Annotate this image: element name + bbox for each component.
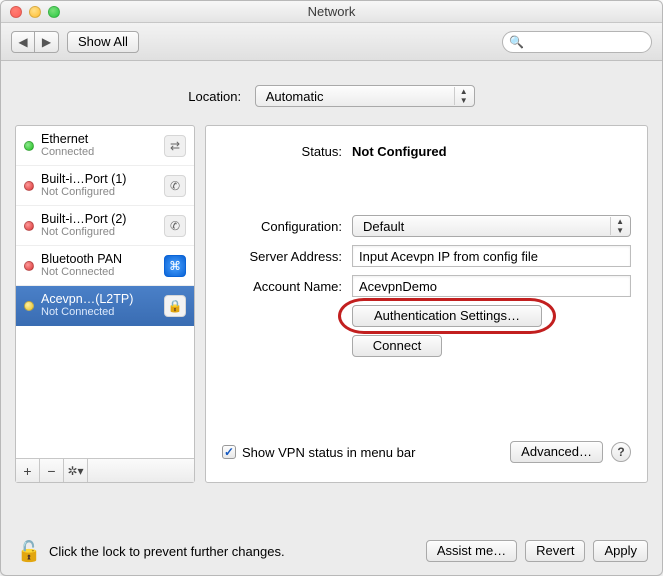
location-label: Location: — [188, 89, 241, 104]
service-text: Built-i…Port (1) Not Configured — [41, 172, 157, 199]
account-name-label: Account Name: — [222, 279, 352, 294]
show-vpn-status-label: Show VPN status in menu bar — [242, 445, 415, 460]
connect-button[interactable]: Connect — [352, 335, 442, 357]
server-address-label: Server Address: — [222, 249, 352, 264]
assist-me-button[interactable]: Assist me… — [426, 540, 517, 562]
service-sub: Connected — [41, 146, 157, 159]
status-dot-icon — [24, 261, 34, 271]
service-sub: Not Connected — [41, 306, 157, 319]
service-name: Bluetooth PAN — [41, 252, 157, 266]
detail-pane: Status: Not Configured Configuration: De… — [205, 125, 648, 483]
service-name: Built-i…Port (1) — [41, 172, 157, 186]
service-list[interactable]: Ethernet Connected ⇄ Built-i…Port (1) No… — [16, 126, 194, 458]
service-sub: Not Configured — [41, 186, 157, 199]
bottom-buttons: Assist me… Revert Apply — [426, 540, 648, 562]
columns: Ethernet Connected ⇄ Built-i…Port (1) No… — [15, 125, 648, 483]
service-item-acevpn-l2tp[interactable]: Acevpn…(L2TP) Not Connected 🔒 — [16, 286, 194, 326]
location-value: Automatic — [266, 89, 324, 104]
service-item-bluetooth-pan[interactable]: Bluetooth PAN Not Connected ⌘ — [16, 246, 194, 286]
add-service-button[interactable]: + — [16, 459, 40, 482]
service-text: Built-i…Port (2) Not Configured — [41, 212, 157, 239]
server-address-field[interactable] — [352, 245, 631, 267]
window-title: Network — [1, 1, 662, 23]
location-row: Location: Automatic ▲▼ — [15, 85, 648, 107]
service-text: Acevpn…(L2TP) Not Connected — [41, 292, 157, 319]
service-sub: Not Connected — [41, 266, 157, 279]
unlock-icon[interactable]: 🔓 — [15, 537, 43, 565]
content: Location: Automatic ▲▼ Ethernet Connecte… — [1, 61, 662, 483]
configuration-label: Configuration: — [222, 219, 352, 234]
status-label: Status: — [222, 144, 352, 159]
service-name: Ethernet — [41, 132, 157, 146]
show-all-button[interactable]: Show All — [67, 31, 139, 53]
phone-icon: ✆ — [164, 175, 186, 197]
back-button[interactable]: ◀ — [11, 31, 35, 53]
chevron-up-down-icon: ▲▼ — [610, 217, 624, 235]
service-actions-button[interactable]: ✲▾ — [64, 459, 88, 482]
phone-icon: ✆ — [164, 215, 186, 237]
service-text: Ethernet Connected — [41, 132, 157, 159]
lock-icon: 🔒 — [164, 295, 186, 317]
toolbar: ◀ ▶ Show All 🔍 — [1, 23, 662, 61]
help-button[interactable]: ? — [611, 442, 631, 462]
service-sub: Not Configured — [41, 226, 157, 239]
status-dot-icon — [24, 181, 34, 191]
service-text: Bluetooth PAN Not Connected — [41, 252, 157, 279]
services-sidebar: Ethernet Connected ⇄ Built-i…Port (1) No… — [15, 125, 195, 483]
service-item-ethernet[interactable]: Ethernet Connected ⇄ — [16, 126, 194, 166]
nav-seg: ◀ ▶ — [11, 31, 59, 53]
forward-button[interactable]: ▶ — [35, 31, 59, 53]
status-dot-icon — [24, 221, 34, 231]
remove-service-button[interactable]: − — [40, 459, 64, 482]
ethernet-icon: ⇄ — [164, 135, 186, 157]
location-popup[interactable]: Automatic ▲▼ — [255, 85, 475, 107]
revert-button[interactable]: Revert — [525, 540, 585, 562]
status-value: Not Configured — [352, 144, 631, 159]
lock-text: Click the lock to prevent further change… — [49, 544, 285, 559]
status-dot-icon — [24, 141, 34, 151]
titlebar: Network — [1, 1, 662, 23]
service-name: Built-i…Port (2) — [41, 212, 157, 226]
status-dot-icon — [24, 301, 34, 311]
apply-button[interactable]: Apply — [593, 540, 648, 562]
service-item-builtin-port-2[interactable]: Built-i…Port (2) Not Configured ✆ — [16, 206, 194, 246]
service-name: Acevpn…(L2TP) — [41, 292, 157, 306]
search-wrap: 🔍 — [502, 31, 652, 53]
service-item-builtin-port-1[interactable]: Built-i…Port (1) Not Configured ✆ — [16, 166, 194, 206]
configuration-value: Default — [363, 219, 404, 234]
authentication-settings-button[interactable]: Authentication Settings… — [352, 305, 542, 327]
checkbox-icon: ✓ — [222, 445, 236, 459]
account-name-field[interactable] — [352, 275, 631, 297]
show-vpn-status-checkbox[interactable]: ✓ Show VPN status in menu bar — [222, 445, 415, 460]
bottom-bar: 🔓 Click the lock to prevent further chan… — [15, 537, 648, 565]
configuration-popup[interactable]: Default ▲▼ — [352, 215, 631, 237]
network-pref-window: Network ◀ ▶ Show All 🔍 Location: Automat… — [0, 0, 663, 576]
chevron-up-down-icon: ▲▼ — [454, 87, 468, 105]
bluetooth-icon: ⌘ — [164, 255, 186, 277]
search-field[interactable]: 🔍 — [502, 31, 652, 53]
sidebar-footer: + − ✲▾ — [16, 458, 194, 482]
advanced-button[interactable]: Advanced… — [510, 441, 603, 463]
search-icon: 🔍 — [509, 35, 524, 49]
